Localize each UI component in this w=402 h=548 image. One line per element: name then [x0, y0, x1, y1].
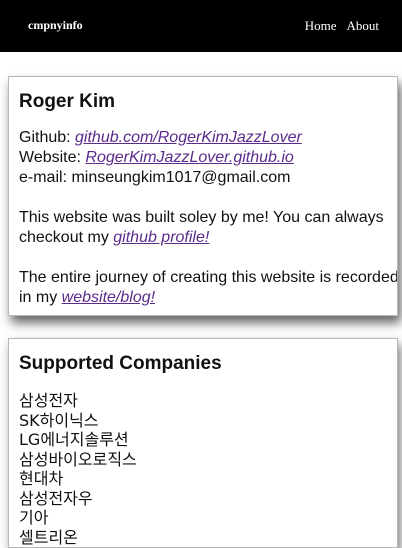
nav-link-home[interactable]: Home [305, 18, 337, 34]
website-link[interactable]: RogerKimJazzLover.github.io [85, 149, 293, 166]
nav-link-about[interactable]: About [347, 18, 380, 34]
nav-links: Home About [305, 18, 379, 34]
companies-card: Supported Companies 삼성전자 SK하이닉스 LG에너지솔루션… [8, 338, 398, 548]
company-item: SK하이닉스 [19, 410, 99, 430]
company-item: 삼성전자우 [19, 488, 93, 508]
journey-paragraph: The entire journey of creating this webs… [19, 268, 397, 308]
company-list: 삼성전자 SK하이닉스 LG에너지솔루션 삼성바이오로직스 현대차 삼성전자우 … [19, 391, 397, 547]
company-item: 현대차 [19, 469, 64, 488]
about-paragraph: This website was built soley by me! You … [19, 208, 397, 248]
company-item: 삼성바이오로직스 [19, 449, 137, 469]
contact-info: Github: github.com/RogerKimJazzLover Web… [19, 128, 397, 188]
companies-title: Supported Companies [19, 353, 222, 374]
website-label: Website: [19, 149, 86, 166]
company-item: LG에너지솔루션 [19, 430, 129, 449]
github-profile-link[interactable]: github profile! [113, 229, 209, 246]
website-line: Website: RogerKimJazzLover.github.io [19, 148, 397, 168]
email-label: e-mail: [19, 169, 72, 186]
company-item: 셀트리온 [19, 527, 78, 547]
github-line: Github: github.com/RogerKimJazzLover [19, 128, 397, 148]
github-link[interactable]: github.com/RogerKimJazzLover [75, 129, 302, 146]
top-navbar: cmpnyinfo Home About [0, 0, 402, 52]
profile-name: Roger Kim [19, 91, 116, 112]
company-item: 삼성전자 [19, 391, 78, 410]
email-value: minseungkim1017@gmail.com [71, 169, 291, 186]
company-item: 기아 [19, 508, 49, 527]
brand-logo-link[interactable]: cmpnyinfo [28, 18, 83, 33]
email-line: e-mail: minseungkim1017@gmail.com [19, 168, 397, 188]
blog-link[interactable]: website/blog! [62, 289, 155, 306]
github-label: Github: [19, 129, 76, 146]
profile-card: Roger Kim Github: github.com/RogerKimJaz… [8, 76, 398, 316]
